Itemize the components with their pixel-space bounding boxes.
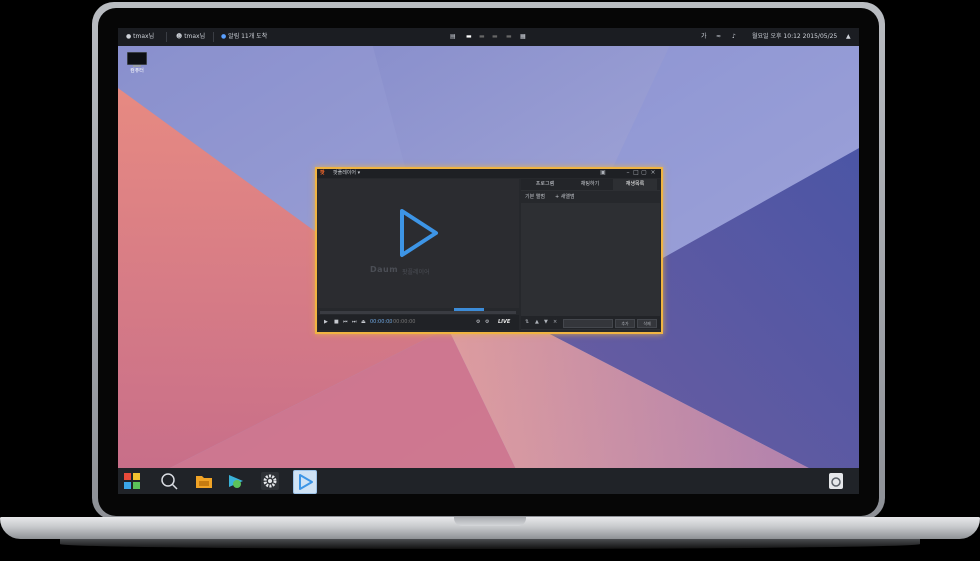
search-icon[interactable] bbox=[160, 472, 178, 490]
clock[interactable]: 월요일 오후 10:12 2015/05/25 bbox=[752, 28, 837, 46]
notification-label: 알림 11개 도착 bbox=[228, 33, 268, 40]
account-button[interactable]: ☻ tmax님 bbox=[176, 28, 205, 46]
clock-time: 오후 10:12 bbox=[770, 33, 801, 40]
close-icon[interactable]: × bbox=[650, 170, 656, 176]
player-titlebar[interactable]: 팟 팟플레이어 ▾ ▣ – □ ▢ × bbox=[317, 169, 661, 178]
potplayer-taskbar-icon[interactable] bbox=[293, 470, 317, 494]
taskbar bbox=[118, 468, 859, 494]
power-icon[interactable]: ▲ bbox=[846, 28, 851, 46]
stop-icon[interactable]: ■ bbox=[334, 315, 339, 330]
users-icon: ● bbox=[126, 33, 132, 40]
player-logo: 팟 bbox=[320, 170, 325, 176]
gear-icon[interactable]: ⚙ bbox=[485, 315, 489, 330]
volume-icon[interactable]: ♪ bbox=[732, 28, 736, 46]
time-separator: / bbox=[389, 319, 391, 325]
workspace-3-icon[interactable]: ▬ bbox=[492, 28, 498, 46]
maximize-icon[interactable]: ▢ bbox=[641, 170, 647, 176]
minimize-icon[interactable]: – bbox=[625, 170, 631, 176]
user-menu[interactable]: ● tmax님 bbox=[126, 28, 154, 46]
tab-program[interactable]: 프로그램 bbox=[523, 179, 567, 190]
notification-button[interactable]: ● 알림 11개 도착 bbox=[221, 28, 267, 46]
media-center-icon[interactable] bbox=[227, 472, 245, 490]
playlist-toolbar: ⇅ ▲ ▼ × 추가 삭제 bbox=[521, 316, 660, 329]
up-icon[interactable]: ▲ bbox=[535, 316, 539, 329]
desktop-icon-computer[interactable]: 컴퓨터 bbox=[126, 52, 148, 74]
restore-icon[interactable]: □ bbox=[633, 170, 639, 176]
workspace-2-icon[interactable]: ▬ bbox=[479, 28, 485, 46]
skin-icon[interactable]: ▣ bbox=[600, 170, 606, 176]
play-logo-icon bbox=[400, 209, 438, 257]
live-badge[interactable]: LIVE bbox=[498, 315, 510, 330]
desktop-icon-label: 컴퓨터 bbox=[130, 68, 144, 74]
time-total: 00:00:00 bbox=[393, 319, 416, 325]
input-method[interactable]: 가 bbox=[701, 28, 707, 46]
clock-day: 월요일 bbox=[752, 33, 769, 40]
start-menu-icon[interactable] bbox=[123, 472, 141, 490]
remove-icon[interactable]: × bbox=[553, 316, 557, 329]
settings-icon[interactable]: ⚙ bbox=[476, 315, 480, 330]
album-add[interactable]: + 새앨범 bbox=[555, 191, 575, 203]
prev-icon[interactable]: ⏮ bbox=[343, 315, 348, 330]
person-icon: ☻ bbox=[176, 33, 183, 40]
notification-icon: ● bbox=[221, 33, 227, 40]
desktop-screen: ● tmax님 ☻ tmax님 ● 알림 11개 도착 ▤ ▬ ▬ ▬ ▬ ▦ … bbox=[118, 28, 859, 494]
playlist-header: 기본 앨범 + 새앨범 bbox=[521, 191, 660, 203]
side-panel: 프로그램 채팅하기 재생목록 기본 앨범 + 새앨범 ⇅ ▲ ▼ × 추가 삭제 bbox=[521, 179, 660, 330]
top-panel: ● tmax님 ☻ tmax님 ● 알림 11개 도착 ▤ ▬ ▬ ▬ ▬ ▦ … bbox=[118, 28, 859, 46]
album-default[interactable]: 기본 앨범 bbox=[525, 191, 545, 203]
user-menu-label: tmax님 bbox=[133, 33, 155, 40]
volume-slider[interactable] bbox=[454, 308, 484, 311]
playlist-search[interactable] bbox=[563, 319, 613, 328]
down-icon[interactable]: ▼ bbox=[544, 316, 548, 329]
settings-app-icon[interactable] bbox=[261, 472, 279, 490]
player-title[interactable]: 팟플레이어 ▾ bbox=[333, 169, 360, 178]
control-bar: ▶ ■ ⏮ ⏭ ⏏ 00:00:00 / 00:00:00 ⚙ ⚙ LIVE bbox=[318, 315, 519, 330]
workspace-grid-icon[interactable]: ▦ bbox=[520, 28, 526, 46]
play-icon[interactable]: ▶ bbox=[324, 315, 328, 330]
wifi-icon[interactable]: ≈ bbox=[716, 28, 721, 46]
laptop-shadow bbox=[60, 539, 920, 549]
trash-icon[interactable] bbox=[829, 473, 843, 489]
delete-button[interactable]: 삭제 bbox=[637, 319, 657, 328]
window-list-icon[interactable]: ▤ bbox=[450, 28, 456, 46]
clock-date: 2015/05/25 bbox=[802, 33, 838, 40]
add-button[interactable]: 추가 bbox=[615, 319, 635, 328]
brand-logo: Daum bbox=[370, 265, 399, 274]
tab-playlist[interactable]: 재생목록 bbox=[613, 179, 657, 190]
next-icon[interactable]: ⏭ bbox=[352, 315, 357, 330]
eject-icon[interactable]: ⏏ bbox=[361, 315, 366, 330]
computer-icon bbox=[127, 52, 147, 65]
potplayer-window[interactable]: 팟 팟플레이어 ▾ ▣ – □ ▢ × Daum 팟플레이어 ▶ ■ ⏮ ⏭ ⏏… bbox=[315, 167, 663, 334]
brand-name: 팟플레이어 bbox=[402, 269, 430, 276]
sort-icon[interactable]: ⇅ bbox=[525, 316, 529, 329]
workspace-1-icon[interactable]: ▬ bbox=[466, 28, 472, 46]
video-area[interactable]: Daum 팟플레이어 bbox=[318, 179, 519, 308]
laptop-notch bbox=[454, 517, 526, 526]
tab-chat[interactable]: 채팅하기 bbox=[568, 179, 612, 190]
workspace-4-icon[interactable]: ▬ bbox=[506, 28, 512, 46]
side-tabs: 프로그램 채팅하기 재생목록 bbox=[521, 179, 660, 190]
seek-bar[interactable] bbox=[320, 311, 516, 314]
account-label: tmax님 bbox=[184, 33, 206, 40]
folder-icon[interactable] bbox=[195, 472, 213, 490]
